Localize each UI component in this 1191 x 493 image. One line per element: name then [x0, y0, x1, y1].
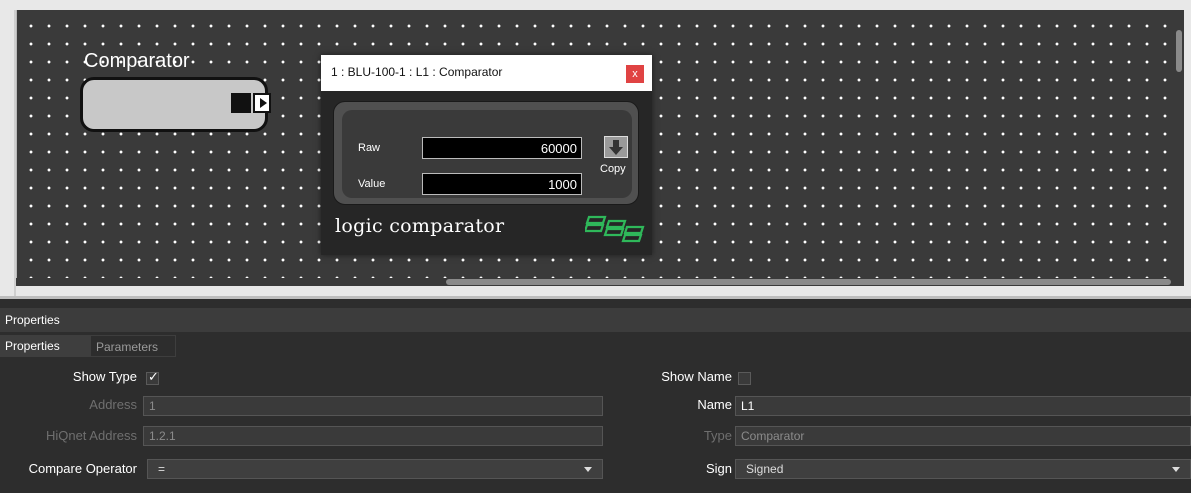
comparator-control-window: 1 : BLU-100-1 : L1 : Comparator x Raw 60…	[321, 55, 652, 255]
horizontal-scroll-thumb[interactable]	[446, 279, 1171, 285]
properties-panel: Properties Properties Parameters Show Ty…	[0, 296, 1191, 493]
sign-value: Signed	[746, 462, 784, 476]
window-titlebar[interactable]: 1 : BLU-100-1 : L1 : Comparator x	[321, 55, 652, 91]
raw-field[interactable]: 60000	[422, 137, 582, 159]
type-field[interactable]: Comparator	[735, 426, 1191, 446]
chevron-down-icon	[1172, 467, 1180, 472]
value-panel-inner: Raw 60000 Value 1000 Copy	[342, 110, 632, 198]
address-label: Address	[89, 397, 137, 412]
type-label: Type	[703, 428, 732, 443]
vertical-scroll-thumb[interactable]	[1176, 30, 1182, 72]
module-name-label: logic comparator	[335, 215, 505, 237]
value-field[interactable]: 1000	[422, 173, 582, 195]
show-type-checkbox[interactable]	[146, 369, 159, 385]
sign-label: Sign	[705, 461, 732, 476]
horizontal-scrollbar[interactable]	[16, 278, 1184, 286]
show-name-label: Show Name	[661, 369, 732, 384]
close-button[interactable]: x	[626, 65, 644, 83]
block-output-port[interactable]	[253, 93, 271, 113]
window-title: 1 : BLU-100-1 : L1 : Comparator	[331, 65, 503, 79]
hiqnet-address-field[interactable]: 1.2.1	[143, 426, 603, 446]
properties-header-title: Properties	[5, 313, 60, 327]
block-output-indicator	[231, 93, 251, 113]
address-field[interactable]: 1	[143, 396, 603, 416]
show-name-checkbox[interactable]	[738, 372, 751, 385]
design-canvas-frame: Comparator 1 : BLU-100-1 : L1 : Comparat…	[0, 0, 1191, 296]
chevron-down-icon	[584, 467, 592, 472]
copy-button[interactable]	[604, 136, 628, 158]
tab-properties[interactable]: Properties	[0, 335, 90, 357]
value-label: Value	[358, 178, 386, 190]
tab-parameters[interactable]: Parameters	[90, 335, 176, 357]
properties-header: Properties	[0, 308, 1191, 332]
value-panel: Raw 60000 Value 1000 Copy	[333, 101, 639, 205]
name-field[interactable]: L1	[735, 396, 1191, 416]
sign-dropdown[interactable]: Signed	[735, 459, 1191, 479]
compare-operator-label: Compare Operator	[28, 461, 137, 476]
compare-operator-value: =	[158, 462, 166, 476]
comparator-block[interactable]	[80, 77, 271, 132]
window-body: Raw 60000 Value 1000 Copy logic comparat…	[321, 91, 652, 255]
close-icon: x	[632, 68, 638, 80]
block-title: Comparator	[84, 50, 190, 72]
canvas-left-strip	[0, 10, 16, 296]
compare-operator-dropdown[interactable]: =	[147, 459, 603, 479]
copy-label: Copy	[600, 163, 626, 175]
raw-label: Raw	[358, 142, 381, 154]
vertical-scrollbar[interactable]	[1174, 10, 1184, 280]
show-type-label: Show Type	[72, 369, 137, 384]
bss-logo-icon	[585, 215, 645, 243]
name-label: Name	[697, 397, 732, 412]
hiqnet-address-label: HiQnet Address	[45, 428, 137, 443]
